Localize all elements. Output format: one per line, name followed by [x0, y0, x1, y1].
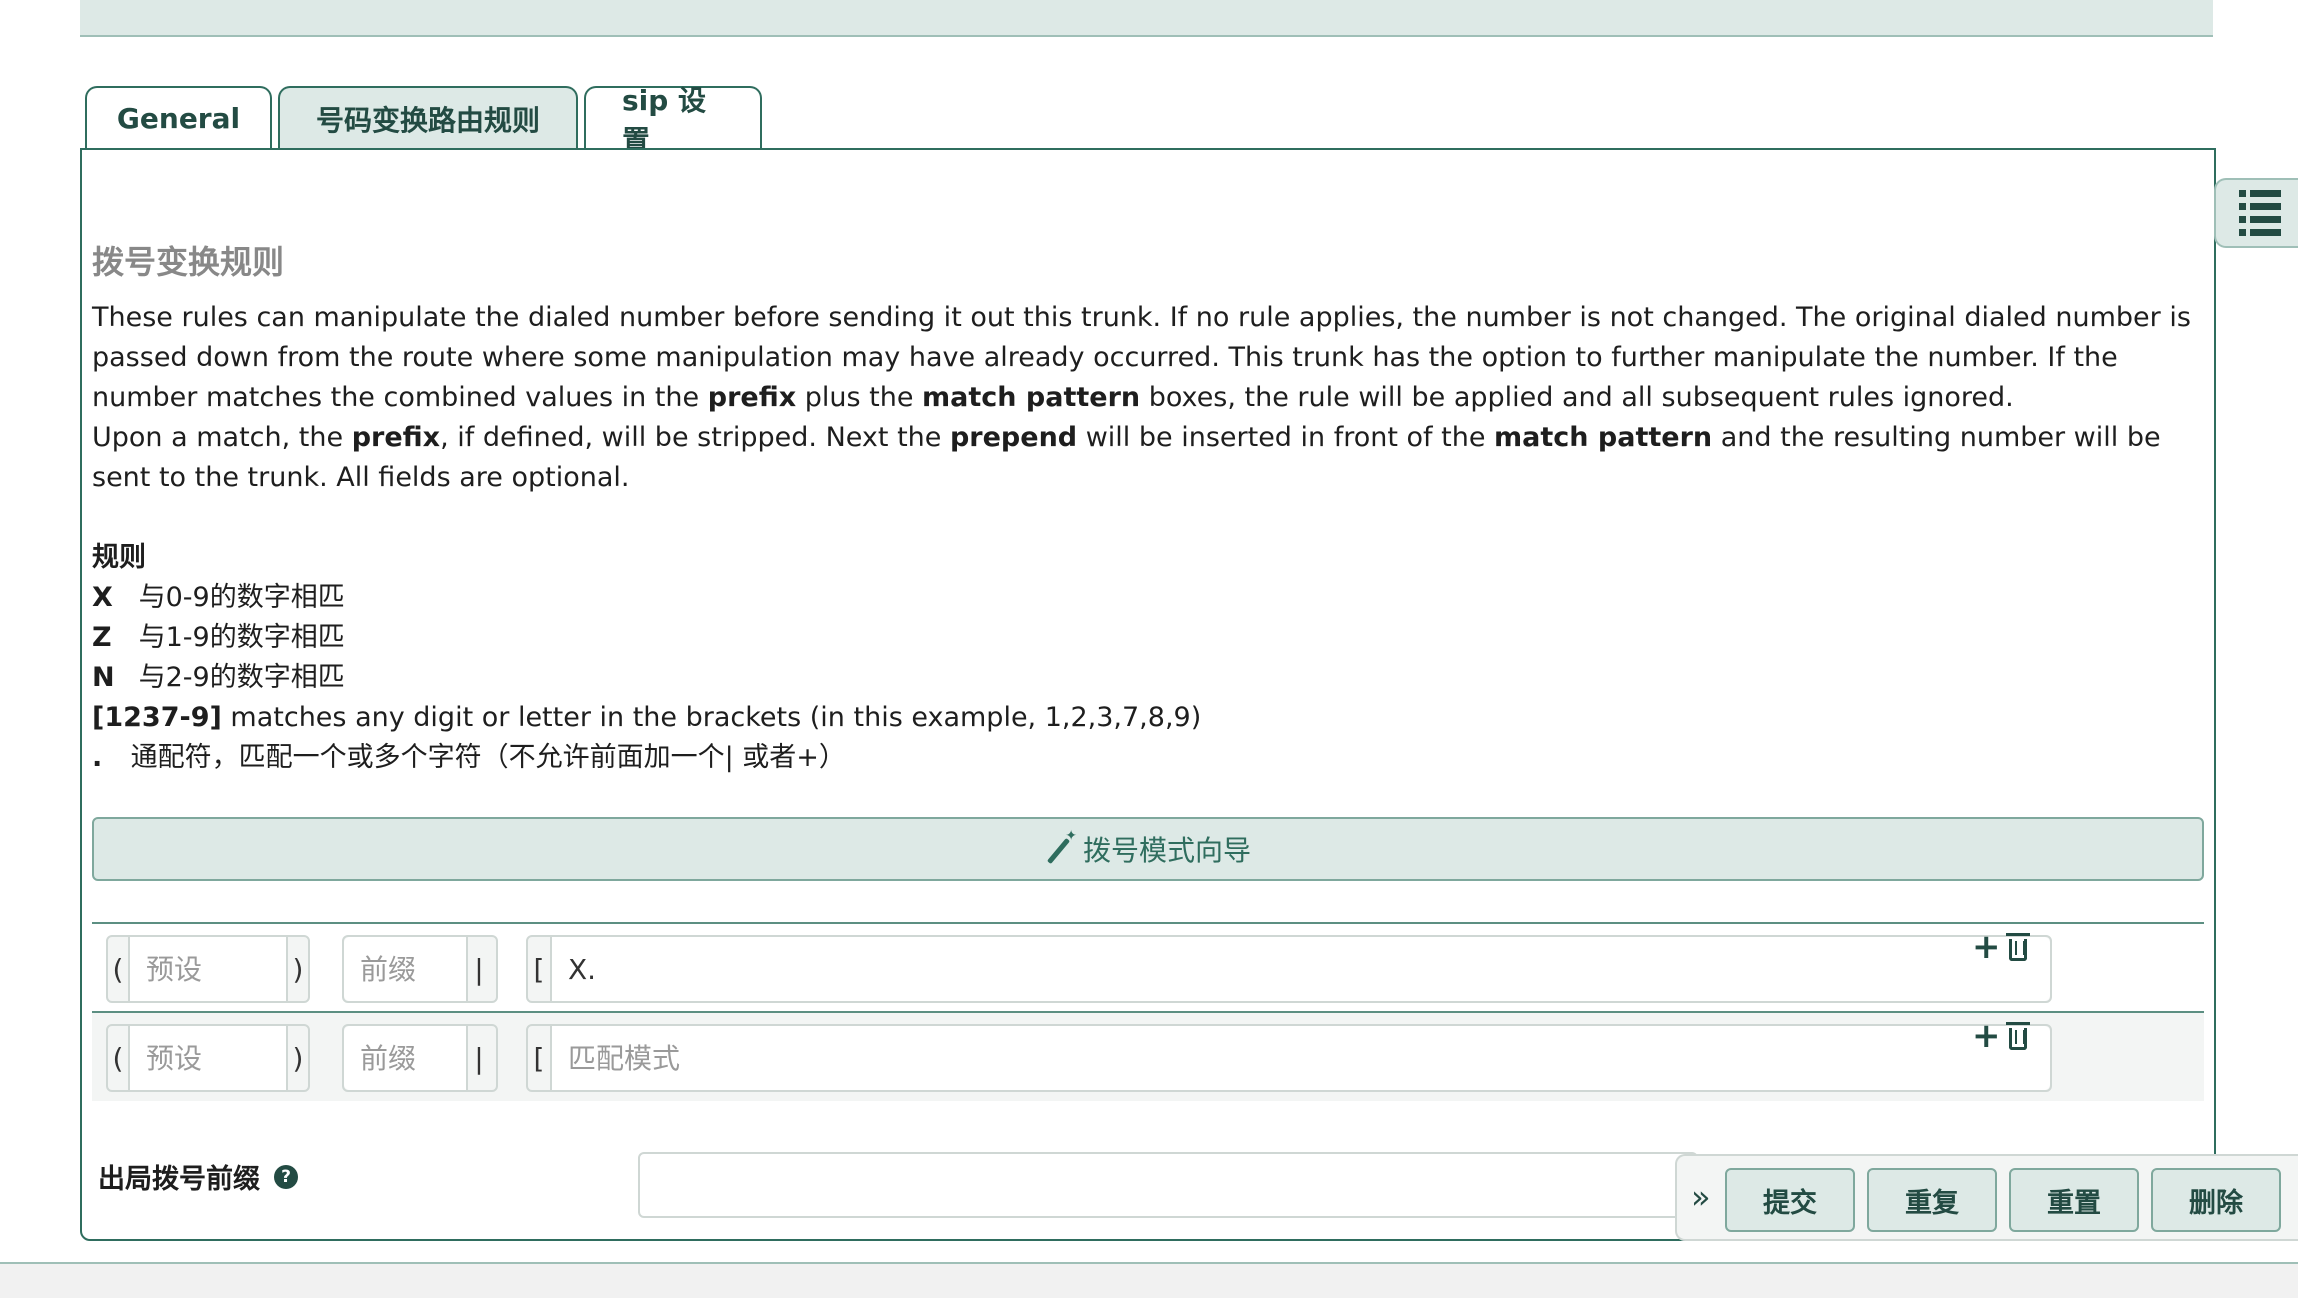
prefix-input[interactable] [344, 937, 468, 1001]
top-banner [80, 0, 2213, 37]
rules-description: These rules can manipulate the dialed nu… [92, 298, 2204, 498]
rule-item: Z 与1-9的数字相匹 [92, 622, 345, 653]
collapse-icon[interactable]: » [1691, 1178, 1711, 1216]
pattern-row: ( ) | [ + [92, 1011, 2204, 1101]
tab-general[interactable]: General [85, 86, 272, 149]
prefix-group: | [342, 1024, 498, 1092]
dial-pattern-wizard-button[interactable]: 拨号模式向导 [92, 817, 2204, 881]
action-bar: » 提交 重复 重置 删除 [1675, 1154, 2298, 1241]
submit-button[interactable]: 提交 [1725, 1168, 1855, 1232]
row-actions: + [1972, 930, 2030, 964]
tab-number-rules[interactable]: 号码变换路由规则 [278, 86, 578, 149]
description-paragraph-2: Upon a match, the prefix, if defined, wi… [92, 422, 2161, 493]
section-title: 拨号变换规则 [92, 243, 285, 281]
outbound-dial-prefix-label: 出局拨号前缀 ? [98, 1157, 298, 1196]
rule-item: N 与2-9的数字相匹 [92, 662, 345, 693]
help-icon[interactable]: ? [274, 1164, 298, 1189]
prefix-input[interactable] [344, 1026, 468, 1090]
magic-wand-icon [1045, 828, 1077, 862]
description-paragraph-1: These rules can manipulate the dialed nu… [92, 302, 2191, 413]
rule-item: [1237-9] matches any digit or letter in … [92, 702, 1202, 733]
add-row-icon[interactable]: + [1972, 930, 2001, 964]
prepend-group: ( ) [106, 1024, 310, 1092]
row-actions: + [1972, 1019, 2030, 1053]
duplicate-button[interactable]: 重复 [1867, 1168, 1997, 1232]
list-icon [2239, 190, 2281, 236]
prefix-group: | [342, 935, 498, 1003]
prepend-input[interactable] [128, 937, 288, 1001]
rules-legend: 规则 X 与0-9的数字相匹 Z 与1-9的数字相匹 N 与2-9的数字相匹 [… [92, 538, 1201, 778]
match-pattern-group: [ [526, 935, 2052, 1003]
side-menu-toggle[interactable] [2214, 178, 2298, 248]
outbound-dial-prefix-input[interactable] [638, 1152, 1698, 1218]
delete-button[interactable]: 删除 [2151, 1168, 2281, 1232]
tab-sip-settings[interactable]: sip 设置 [584, 84, 762, 157]
delete-row-icon[interactable] [2005, 933, 2030, 961]
prepend-group: ( ) [106, 935, 310, 1003]
delete-row-icon[interactable] [2005, 1022, 2030, 1050]
match-pattern-group: [ [526, 1024, 2052, 1092]
rules-title: 规则 [92, 542, 146, 573]
footer-band [0, 1262, 2298, 1298]
rule-item: . 通配符，匹配一个或多个字符（不允许前面加一个| 或者+） [92, 742, 846, 773]
match-pattern-input[interactable] [550, 1026, 2050, 1090]
prepend-input[interactable] [128, 1026, 288, 1090]
pattern-row: ( ) | [ + [92, 922, 2204, 1012]
match-pattern-input[interactable] [550, 937, 2050, 1001]
reset-button[interactable]: 重置 [2009, 1168, 2139, 1232]
rule-item: X 与0-9的数字相匹 [92, 582, 345, 613]
add-row-icon[interactable]: + [1972, 1019, 2001, 1053]
tab-bar: General 号码变换路由规则 sip 设置 [85, 84, 762, 157]
